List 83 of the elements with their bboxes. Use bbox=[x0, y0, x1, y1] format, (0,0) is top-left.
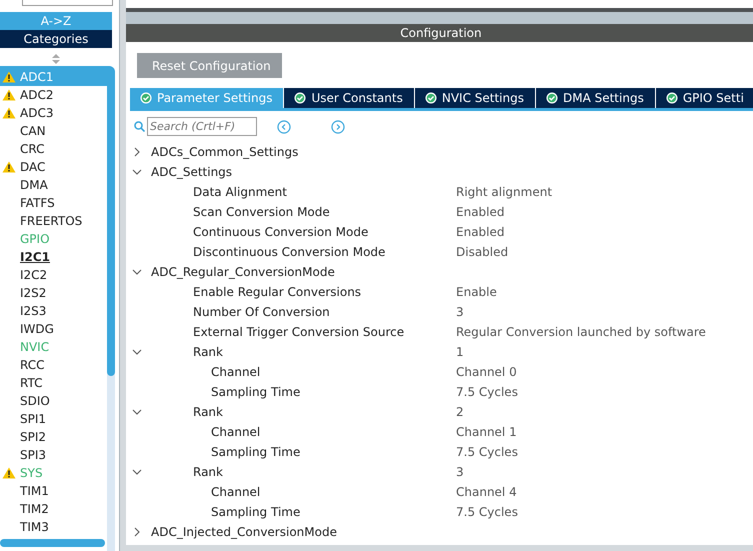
check-circle-icon bbox=[140, 92, 152, 104]
tab[interactable]: NVIC Settings bbox=[414, 88, 536, 108]
setting-value[interactable]: 2 bbox=[456, 405, 464, 419]
setting-value[interactable]: 1 bbox=[456, 345, 464, 359]
setting-value[interactable]: 7.5 Cycles bbox=[456, 385, 518, 399]
setting-value[interactable]: Disabled bbox=[456, 245, 508, 259]
tab[interactable]: GPIO Setti bbox=[656, 88, 753, 108]
next-icon[interactable] bbox=[331, 120, 345, 134]
setting-value[interactable]: Channel 4 bbox=[456, 485, 517, 499]
setting-value[interactable]: 7.5 Cycles bbox=[456, 505, 518, 519]
caret-icon[interactable] bbox=[132, 267, 142, 277]
tree-item[interactable]: Discontinuous Conversion Mode bbox=[193, 245, 386, 259]
caret-icon[interactable] bbox=[132, 407, 142, 417]
caret-icon[interactable] bbox=[132, 347, 142, 357]
sidebar-item[interactable]: I2S3 bbox=[0, 302, 107, 320]
scrollbar-thumb[interactable] bbox=[0, 539, 105, 547]
sidebar-item[interactable]: SPI2 bbox=[0, 428, 107, 446]
caret-icon[interactable] bbox=[132, 467, 142, 477]
sidebar-item[interactable]: SPI3 bbox=[0, 446, 107, 464]
tree-item[interactable]: Continuous Conversion Mode bbox=[193, 225, 368, 239]
caret-icon[interactable] bbox=[132, 147, 142, 157]
sidebar-item[interactable]: TIM1 bbox=[0, 482, 107, 500]
check-circle-icon bbox=[546, 92, 558, 104]
sidebar-item[interactable]: I2C2 bbox=[0, 266, 107, 284]
sidebar-item[interactable]: I2C1 bbox=[0, 248, 107, 266]
tree-item[interactable]: Number Of Conversion bbox=[193, 305, 330, 319]
setting-value[interactable]: Channel 1 bbox=[456, 425, 517, 439]
tree-item[interactable]: Sampling Time bbox=[211, 445, 300, 459]
sidebar-item[interactable]: IWDG bbox=[0, 320, 107, 338]
setting-value[interactable]: 7.5 Cycles bbox=[456, 445, 518, 459]
tree-item[interactable]: Sampling Time bbox=[211, 385, 300, 399]
tree-item[interactable]: Rank bbox=[193, 465, 223, 479]
previous-icon[interactable] bbox=[277, 120, 291, 134]
search-field[interactable]: Search (Crtl+F) bbox=[147, 117, 257, 136]
sidebar-item[interactable]: RTC bbox=[0, 374, 107, 392]
setting-value[interactable]: Channel 0 bbox=[456, 365, 517, 379]
sidebar-item[interactable]: ADC3 bbox=[0, 104, 107, 122]
sidebar-item[interactable]: RCC bbox=[0, 356, 107, 374]
caret-icon[interactable] bbox=[132, 527, 142, 537]
tree-item[interactable]: Data Alignment bbox=[193, 185, 287, 199]
sidebar-item[interactable]: CAN bbox=[0, 122, 107, 140]
categories-button[interactable]: Categories bbox=[0, 30, 112, 48]
tree-item[interactable]: ADC_Regular_ConversionMode bbox=[151, 265, 335, 279]
sidebar-item[interactable]: DAC bbox=[0, 158, 107, 176]
tab[interactable]: User Constants bbox=[284, 88, 415, 108]
sidebar-item[interactable]: FREERTOS bbox=[0, 212, 107, 230]
tree-item[interactable]: Channel bbox=[211, 485, 260, 499]
sidebar-item[interactable]: TIM3 bbox=[0, 518, 107, 536]
tree-item[interactable]: ADC_Settings bbox=[151, 165, 232, 179]
panel-title: Configuration bbox=[126, 24, 753, 42]
tree-item[interactable]: Enable Regular Conversions bbox=[193, 285, 362, 299]
setting-value[interactable]: Enabled bbox=[456, 205, 504, 219]
setting-value[interactable]: Enable bbox=[456, 285, 497, 299]
sidebar-item[interactable]: SPI1 bbox=[0, 410, 107, 428]
setting-value[interactable]: Right alignment bbox=[456, 185, 552, 199]
sidebar-item[interactable]: I2S2 bbox=[0, 284, 107, 302]
tree-item[interactable]: Channel bbox=[211, 365, 260, 379]
check-circle-icon bbox=[294, 92, 306, 104]
tree-item[interactable]: Sampling Time bbox=[211, 505, 300, 519]
scrollbar-thumb[interactable] bbox=[107, 66, 115, 376]
sidebar-item[interactable]: DMA bbox=[0, 176, 107, 194]
search-icon bbox=[134, 121, 145, 132]
setting-value[interactable]: Enabled bbox=[456, 225, 504, 239]
setting-value[interactable]: Regular Conversion launched by software bbox=[456, 325, 706, 339]
sidebar-item[interactable]: SDIO bbox=[0, 392, 107, 410]
search-field[interactable] bbox=[22, 0, 113, 6]
tree-item[interactable]: Channel bbox=[211, 425, 260, 439]
sidebar-item[interactable]: FATFS bbox=[0, 194, 107, 212]
sidebar-item[interactable]: TIM2 bbox=[0, 500, 107, 518]
check-circle-icon bbox=[666, 92, 678, 104]
sidebar-item[interactable]: ADC2 bbox=[0, 86, 107, 104]
sidebar-item[interactable]: CRC bbox=[0, 140, 107, 158]
tree-item[interactable]: ADCs_Common_Settings bbox=[151, 145, 298, 159]
caret-icon[interactable] bbox=[132, 167, 142, 177]
tree-item[interactable]: ADC_Injected_ConversionMode bbox=[151, 525, 337, 539]
tab[interactable]: DMA Settings bbox=[536, 88, 656, 108]
setting-value[interactable]: 3 bbox=[456, 465, 464, 479]
setting-value[interactable]: 3 bbox=[456, 305, 464, 319]
tree-item[interactable]: External Trigger Conversion Source bbox=[193, 325, 404, 339]
tree-item[interactable]: Rank bbox=[193, 345, 223, 359]
check-circle-icon bbox=[424, 92, 437, 104]
tree-item[interactable]: Rank bbox=[193, 405, 223, 419]
tree-item[interactable]: Scan Conversion Mode bbox=[193, 205, 330, 219]
